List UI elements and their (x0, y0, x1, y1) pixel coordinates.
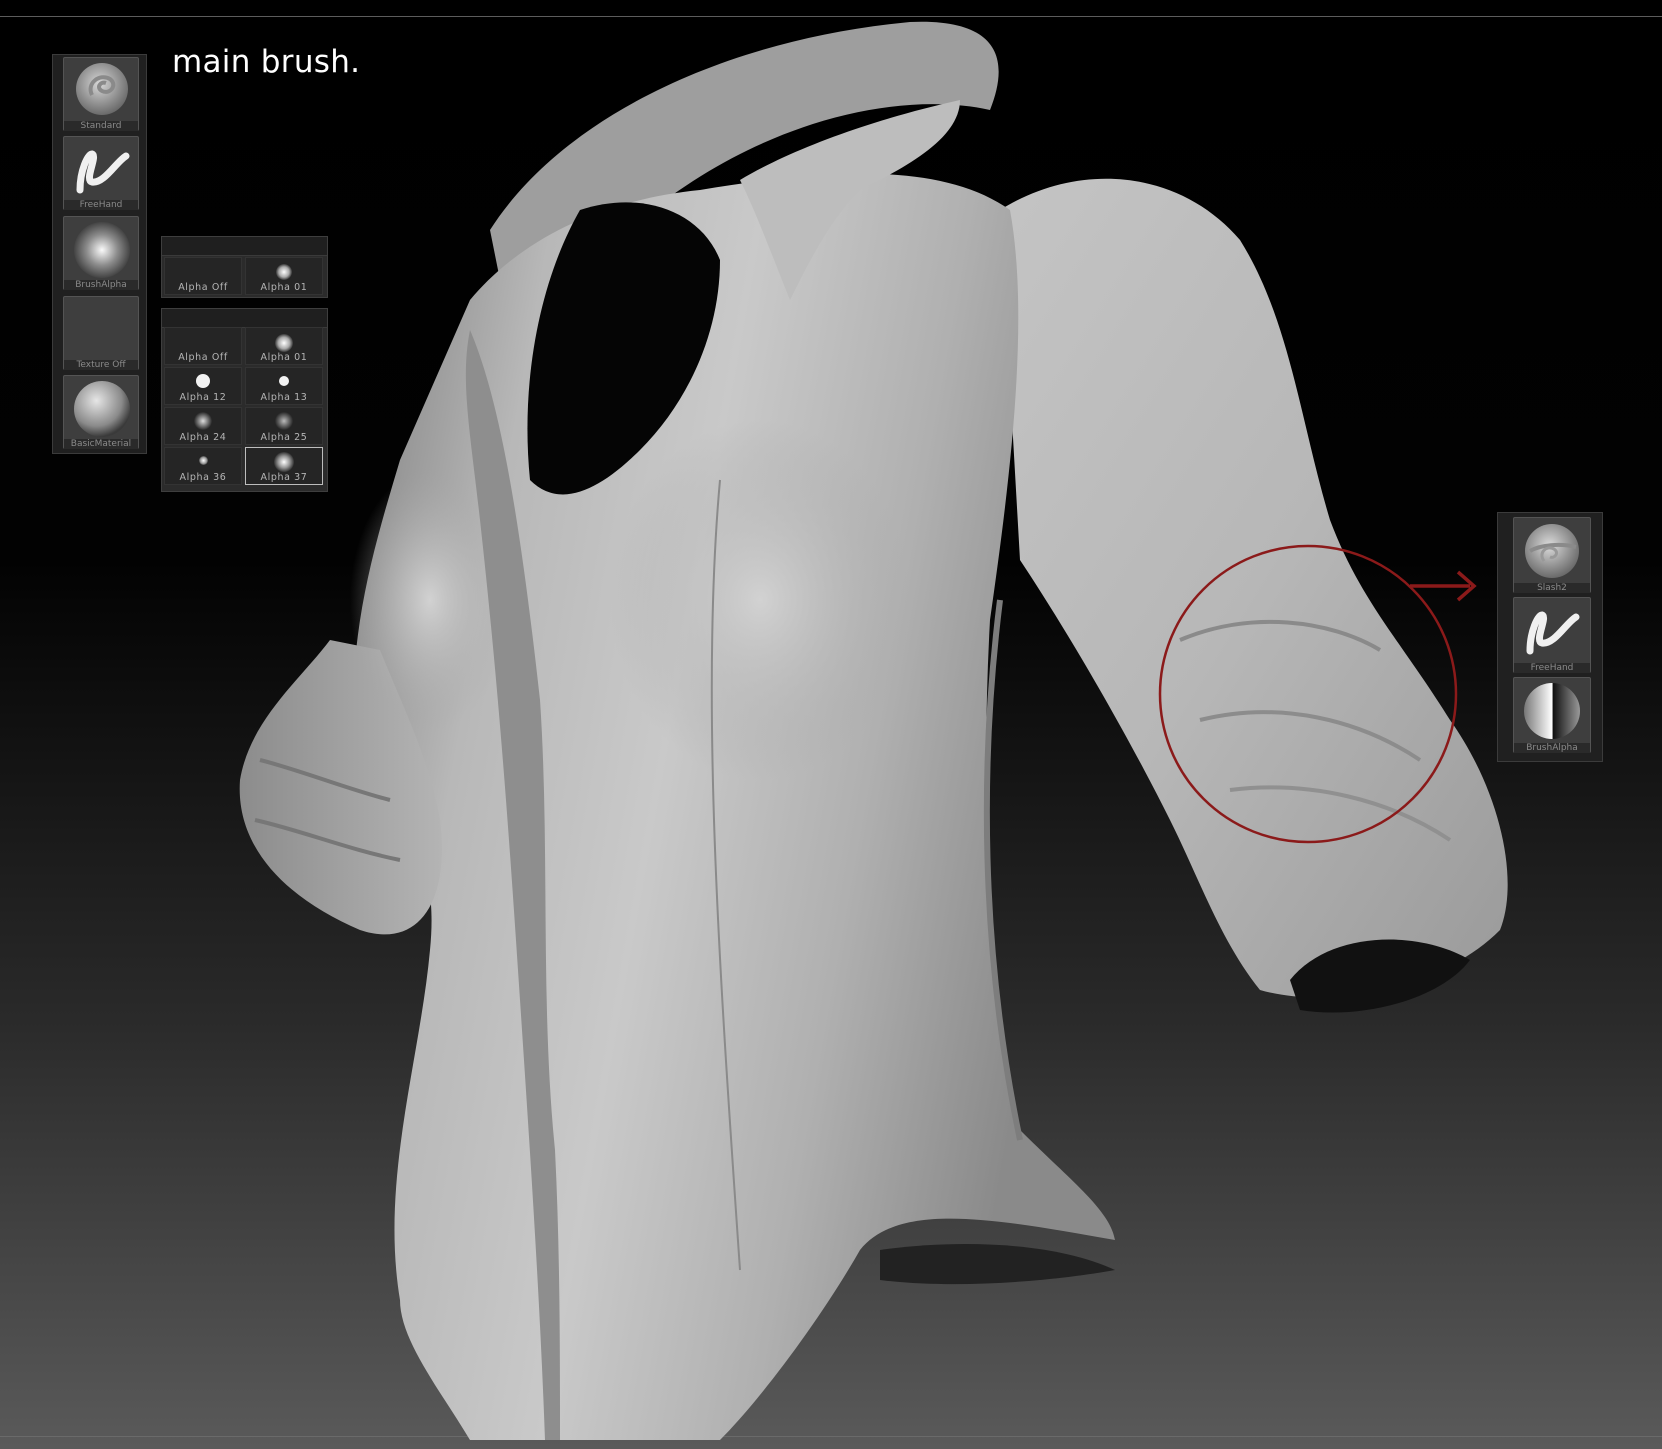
freehand-stroke-icon (76, 150, 130, 194)
alpha-12-icon (196, 374, 210, 388)
shelf-label: Standard (64, 121, 138, 131)
standard-brush-icon (76, 63, 128, 115)
alpha-label: Alpha 12 (179, 392, 227, 403)
alpha-01-icon (275, 334, 293, 352)
material-button[interactable]: BasicMaterial (63, 375, 139, 449)
alpha-label: Alpha 01 (260, 282, 308, 293)
alpha-13-icon (279, 376, 289, 386)
shelf-label: FreeHand (1514, 663, 1590, 673)
alpha-popup-small: Alpha Off Alpha 01 (161, 236, 328, 298)
alpha-12-tile[interactable]: Alpha 12 (164, 367, 242, 405)
right-brush-shelf: Slash2 FreeHand BrushAlpha (1497, 512, 1603, 762)
half-alpha-icon (1524, 683, 1580, 739)
alpha-24-icon (194, 412, 212, 430)
alpha-popup-large: Alpha Off Alpha 01 Alpha 12 Alpha 13 Alp… (161, 308, 328, 492)
texture-off-icon (70, 300, 134, 360)
brush-alpha-icon (74, 222, 130, 278)
brush-alpha-button[interactable]: BrushAlpha (1513, 677, 1591, 753)
alpha-36-icon (199, 456, 208, 465)
alpha-37-tile[interactable]: Alpha 37 (245, 447, 323, 485)
alpha-13-tile[interactable]: Alpha 13 (245, 367, 323, 405)
alpha-label: Alpha 36 (179, 472, 227, 483)
alpha-off-tile[interactable]: Alpha Off (164, 257, 242, 295)
alpha-off-tile[interactable]: Alpha Off (164, 327, 242, 365)
freehand-stroke-icon (1526, 611, 1580, 655)
alpha-01-tile[interactable]: Alpha 01 (245, 327, 323, 365)
shelf-label: BrushAlpha (1514, 743, 1590, 753)
alpha-25-icon (275, 412, 293, 430)
material-sphere-icon (74, 381, 130, 437)
alpha-label: Alpha 01 (260, 352, 308, 363)
alpha-01-icon (276, 264, 292, 280)
alpha-label: Alpha 37 (260, 472, 308, 483)
shelf-label: Slash2 (1514, 583, 1590, 593)
brush-alpha-button[interactable]: BrushAlpha (63, 216, 139, 290)
alpha-label: Alpha 24 (179, 432, 227, 443)
slash-brush-button[interactable]: Slash2 (1513, 517, 1591, 593)
shelf-label: Texture Off (64, 360, 138, 370)
sculpt-viewport[interactable] (0, 0, 1662, 1449)
alpha-label: Alpha 13 (260, 392, 308, 403)
left-brush-shelf: Standard FreeHand BrushAlpha Texture Off… (52, 54, 147, 454)
freehand-stroke-button[interactable]: FreeHand (1513, 597, 1591, 673)
standard-brush-button[interactable]: Standard (63, 57, 139, 131)
alpha-label: Alpha Off (178, 352, 228, 363)
shelf-label: BrushAlpha (64, 280, 138, 290)
shelf-label: BasicMaterial (64, 439, 138, 449)
slash-brush-icon (1525, 524, 1579, 578)
texture-off-button[interactable]: Texture Off (63, 296, 139, 370)
popup-header (162, 309, 327, 328)
annotation-caption: main brush. (172, 44, 361, 80)
alpha-label: Alpha Off (178, 282, 228, 293)
alpha-label: Alpha 25 (260, 432, 308, 443)
alpha-24-tile[interactable]: Alpha 24 (164, 407, 242, 445)
freehand-stroke-button[interactable]: FreeHand (63, 136, 139, 210)
alpha-37-icon (274, 452, 294, 472)
popup-header (162, 237, 327, 256)
alpha-36-tile[interactable]: Alpha 36 (164, 447, 242, 485)
shelf-label: FreeHand (64, 200, 138, 210)
alpha-25-tile[interactable]: Alpha 25 (245, 407, 323, 445)
shirt-model (239, 21, 1508, 1440)
alpha-01-tile[interactable]: Alpha 01 (245, 257, 323, 295)
